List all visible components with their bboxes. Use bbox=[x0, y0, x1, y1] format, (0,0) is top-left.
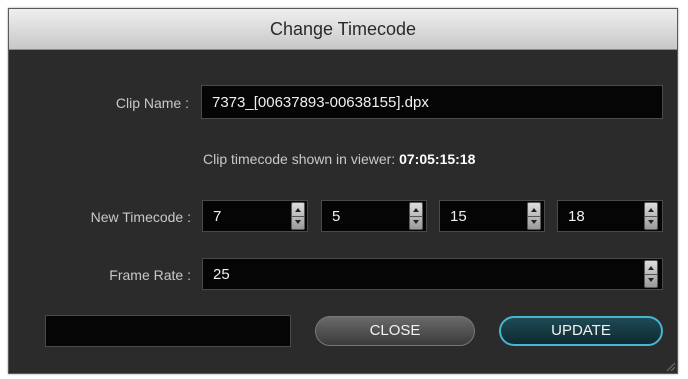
timecode-seconds-stepper[interactable] bbox=[527, 202, 541, 230]
close-button[interactable]: CLOSE bbox=[315, 316, 475, 346]
new-timecode-label: New Timecode : bbox=[90, 209, 191, 225]
frame-rate-field[interactable]: 25 bbox=[202, 258, 663, 290]
viewer-timecode-value: 07:05:15:18 bbox=[399, 151, 476, 167]
frame-rate-stepper[interactable] bbox=[644, 260, 658, 288]
timecode-hours-value: 7 bbox=[213, 207, 222, 225]
clip-name-label: Clip Name : bbox=[115, 95, 189, 111]
update-button[interactable]: UPDATE bbox=[499, 316, 663, 346]
clip-name-field[interactable]: 7373_[00637893-00638155].dpx bbox=[201, 85, 663, 119]
viewer-timecode-info: Clip timecode shown in viewer: 07:05:15:… bbox=[203, 151, 475, 167]
timecode-frames-value: 18 bbox=[568, 207, 585, 225]
timecode-seconds-value: 15 bbox=[450, 207, 467, 225]
timecode-minutes-stepper[interactable] bbox=[409, 202, 423, 230]
change-timecode-dialog: Change Timecode Clip Name : 7373_[006378… bbox=[8, 8, 678, 374]
timecode-frames-stepper[interactable] bbox=[644, 202, 658, 230]
resize-grip-icon[interactable] bbox=[665, 361, 675, 371]
status-field bbox=[45, 315, 291, 347]
timecode-hours-stepper[interactable] bbox=[291, 202, 305, 230]
clip-name-value: 7373_[00637893-00638155].dpx bbox=[212, 93, 429, 111]
frame-rate-value: 25 bbox=[213, 265, 230, 283]
frame-rate-label: Frame Rate : bbox=[109, 267, 191, 283]
dialog-title: Change Timecode bbox=[9, 9, 677, 50]
viewer-timecode-prefix: Clip timecode shown in viewer: bbox=[203, 151, 396, 167]
timecode-minutes-value: 5 bbox=[332, 207, 341, 225]
